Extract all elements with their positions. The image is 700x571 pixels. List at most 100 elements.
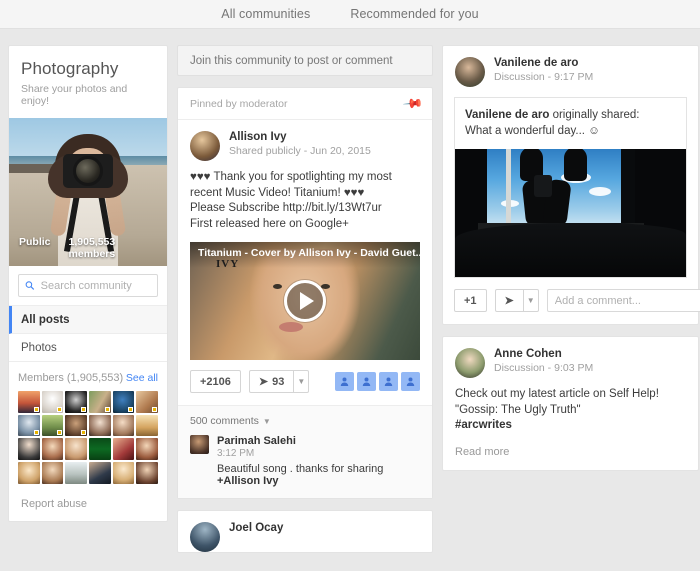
moderator-badge-icon: [33, 430, 39, 436]
post-text-line-2: "Gossip: The Ugly Truth": [455, 403, 581, 416]
member-avatar[interactable]: [41, 438, 64, 461]
sidebar-item-all-posts-label: All posts: [21, 313, 70, 326]
post-text-line-2: Please Subscribe http://bit.ly/13Wt7ur: [190, 202, 382, 214]
search-input[interactable]: [40, 279, 151, 292]
members-header: Members (1,905,553) See all: [18, 372, 158, 384]
moderator-badge-icon: [80, 430, 86, 436]
member-avatar[interactable]: [112, 438, 135, 461]
read-more-link[interactable]: Read more: [443, 434, 698, 470]
post-author-row-vanilene: Vanilene de aro Discussion - 9:17 PM: [455, 57, 686, 87]
member-avatar[interactable]: [41, 414, 64, 437]
post-author-name[interactable]: Anne Cohen: [494, 348, 593, 360]
audience-chip[interactable]: [357, 372, 376, 391]
member-avatar[interactable]: [136, 391, 158, 413]
audience-chip[interactable]: [335, 372, 354, 391]
video-thumbnail[interactable]: Titanium - Cover by Allison Ivy - David …: [190, 242, 420, 360]
member-avatar[interactable]: [18, 391, 40, 413]
sidebar-item-all-posts[interactable]: All posts: [9, 306, 167, 334]
post-author-row: Allison Ivy Shared publicly - Jun 20, 20…: [190, 131, 420, 161]
pin-icon[interactable]: 📌: [402, 93, 424, 116]
moderator-badge-icon: [128, 406, 134, 412]
member-avatar[interactable]: [65, 462, 87, 484]
comment-text: Beautiful song . thanks for sharing +All…: [217, 463, 420, 487]
post-author-name[interactable]: Vanilene de aro: [494, 57, 593, 69]
cover-meta: Public 1,905,553 members: [9, 236, 167, 260]
post-card-joel-ocay: Joel Ocay: [177, 510, 433, 553]
member-avatar[interactable]: [136, 438, 158, 460]
plus-one-button[interactable]: +2106: [190, 370, 241, 393]
post-author-name[interactable]: Joel Ocay: [229, 522, 283, 534]
post-author-row-joel: Joel Ocay: [190, 522, 420, 552]
post-author-info-anne: Anne Cohen Discussion - 9:03 PM: [494, 348, 593, 374]
person-icon: [384, 377, 393, 386]
member-avatar[interactable]: [18, 414, 40, 437]
moderator-badge-icon: [80, 406, 86, 412]
nav-tab-all-communities[interactable]: All communities: [221, 7, 310, 21]
plus-one-button[interactable]: +1: [454, 289, 487, 312]
comment-avatar[interactable]: [190, 435, 209, 454]
join-community-banner[interactable]: Join this community to post or comment: [177, 45, 433, 76]
share-count: 93: [272, 375, 285, 388]
member-avatar[interactable]: [41, 462, 64, 484]
reshared-attribution: Vanilene de aro originally shared:: [465, 107, 676, 123]
comment-body: Beautiful song . thanks for sharing: [217, 463, 384, 475]
main-feed-column: Join this community to post or comment P…: [177, 45, 433, 571]
video-lips: [279, 322, 304, 333]
member-avatar-grid: [18, 391, 158, 484]
comment-author-name[interactable]: Parimah Salehi: [217, 435, 420, 447]
comments-count-toggle[interactable]: 500 comments ▼: [190, 415, 420, 427]
share-dropdown-caret-icon[interactable]: ▼: [523, 289, 539, 312]
member-avatar[interactable]: [136, 414, 158, 437]
audience-chip[interactable]: [401, 372, 420, 391]
add-comment-input[interactable]: [546, 289, 700, 312]
share-dropdown-caret-icon[interactable]: ▼: [294, 370, 310, 393]
member-avatar[interactable]: [88, 438, 111, 461]
search-community-box[interactable]: [18, 274, 158, 297]
member-avatar[interactable]: [112, 414, 135, 437]
member-avatar[interactable]: [112, 391, 135, 413]
member-avatar[interactable]: [136, 462, 158, 484]
member-avatar[interactable]: [65, 438, 87, 460]
post-author-info: Allison Ivy Shared publicly - Jun 20, 20…: [229, 131, 371, 157]
share-button[interactable]: ➤: [494, 289, 524, 312]
avatar[interactable]: [190, 131, 220, 161]
member-avatar[interactable]: [18, 462, 40, 484]
post-hashtag[interactable]: #arcwrites: [455, 418, 686, 434]
reshared-header: Vanilene de aro originally shared: What …: [455, 98, 686, 149]
member-avatar[interactable]: [65, 414, 87, 437]
member-avatar[interactable]: [41, 391, 64, 413]
avatar[interactable]: [190, 522, 220, 552]
nav-tab-recommended-for-you[interactable]: Recommended for you: [350, 7, 478, 21]
page-body: Photography Share your photos and enjoy!…: [0, 29, 700, 571]
community-cover-photo: Public 1,905,553 members: [9, 118, 167, 266]
sidebar-item-photos[interactable]: Photos: [9, 334, 167, 362]
member-avatar[interactable]: [88, 414, 111, 437]
report-abuse-link[interactable]: Report abuse: [18, 484, 158, 512]
share-button[interactable]: ➤ 93: [248, 370, 295, 393]
pinned-row: Pinned by moderator 📌: [178, 88, 432, 120]
reshared-author-name[interactable]: Vanilene de aro: [465, 109, 549, 121]
post-author-meta: Discussion - 9:17 PM: [494, 71, 594, 83]
member-avatar[interactable]: [18, 438, 40, 460]
photo-window-frame: [505, 149, 511, 229]
audience-chip[interactable]: [379, 372, 398, 391]
members-heading: Members (1,905,553): [18, 372, 124, 384]
community-card: Photography Share your photos and enjoy!…: [8, 45, 168, 522]
post-body-anne: Anne Cohen Discussion - 9:03 PM Check ou…: [443, 337, 698, 434]
play-button-icon[interactable]: [284, 280, 326, 322]
avatar[interactable]: [455, 348, 485, 378]
member-avatar[interactable]: [88, 391, 111, 413]
post-author-row-anne: Anne Cohen Discussion - 9:03 PM: [455, 348, 686, 378]
comment-mention[interactable]: +Allison Ivy: [217, 475, 278, 487]
reshared-photo[interactable]: [455, 149, 686, 277]
member-avatar[interactable]: [88, 462, 111, 484]
member-avatar[interactable]: [112, 462, 135, 484]
post-card-allison-ivy: Pinned by moderator 📌 Allison Ivy Shared…: [177, 87, 433, 499]
avatar[interactable]: [455, 57, 485, 87]
audience-chip-row: [335, 372, 420, 391]
post-action-bar: +1 ➤ ▼: [443, 278, 700, 324]
member-avatar[interactable]: [65, 391, 87, 413]
post-text-anne: Check out my latest article on Self Help…: [455, 387, 686, 434]
see-all-members-link[interactable]: See all: [126, 372, 158, 384]
post-author-name[interactable]: Allison Ivy: [229, 131, 371, 143]
